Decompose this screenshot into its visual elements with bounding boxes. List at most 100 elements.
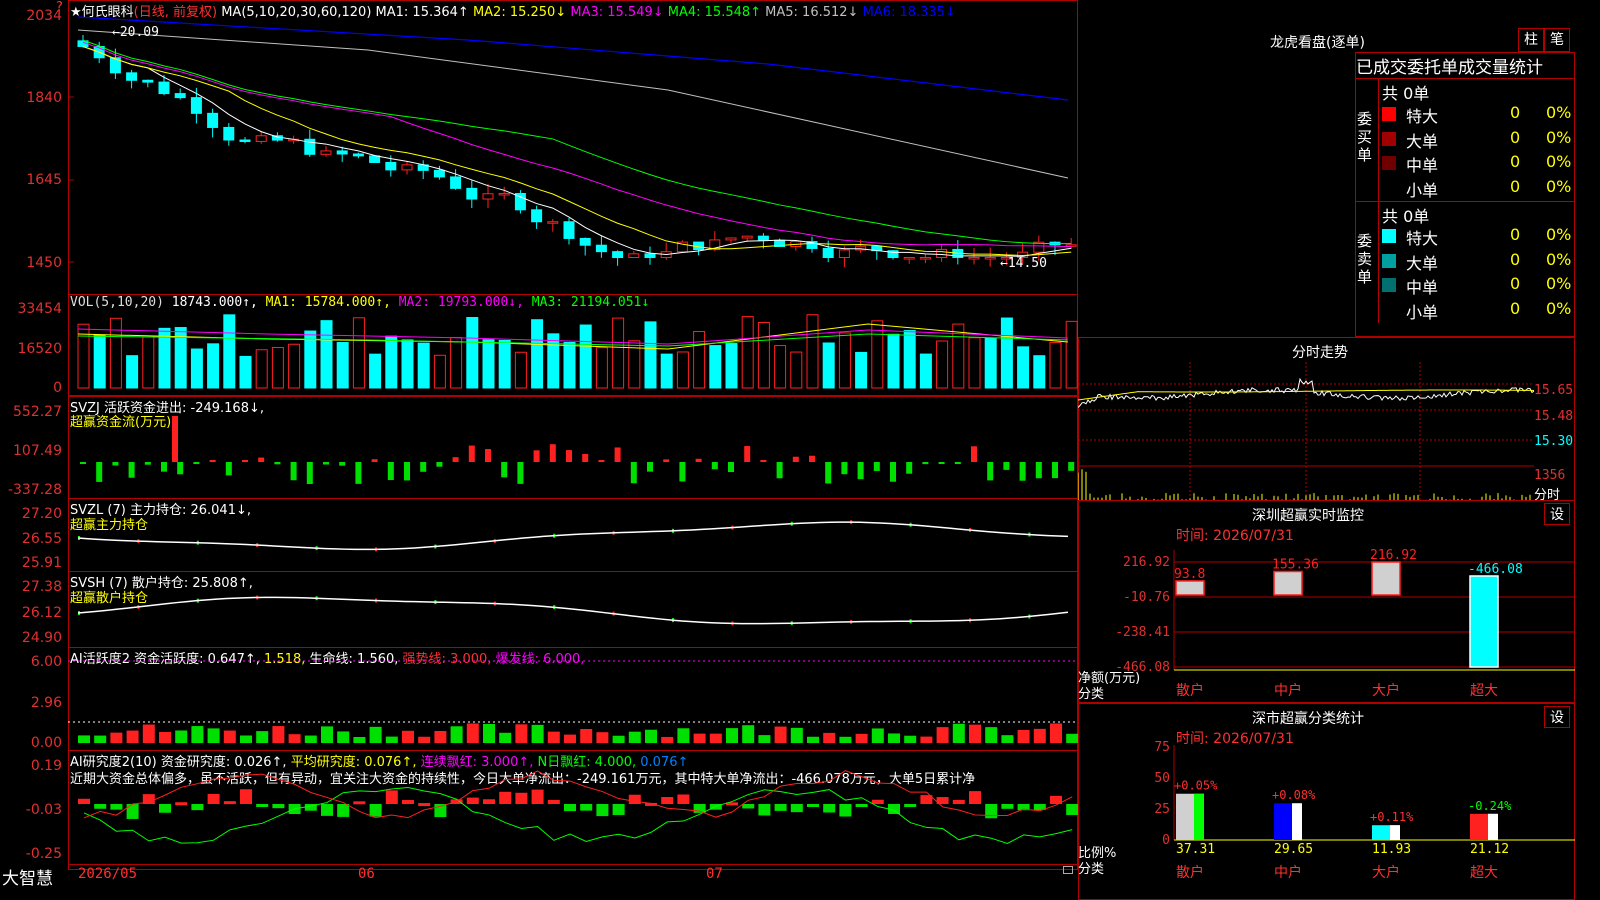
order-pct: 0% (1546, 298, 1572, 318)
activity-bar (240, 735, 252, 743)
volume-bar (1049, 341, 1062, 389)
sz-axis-label: -238.41 (1115, 625, 1170, 640)
tick-mode-button[interactable]: 笔 (1544, 28, 1570, 52)
candle-body (903, 257, 915, 260)
volume-chart[interactable] (68, 294, 1078, 396)
activity-bar (256, 731, 269, 743)
sz-bar-label: 216.92 (1370, 548, 1417, 563)
retail-position-chart[interactable] (68, 571, 1078, 648)
intraday-axis-1: 15.65 (1534, 383, 1574, 398)
research-bar (207, 793, 220, 804)
low-label: ←14.50 (1000, 256, 1047, 271)
candle-body (142, 79, 154, 83)
main-force-position-chart[interactable] (68, 498, 1078, 572)
activity-bar (353, 736, 366, 743)
order-type-label: 中单 (1406, 278, 1439, 297)
flow-bar (582, 453, 589, 462)
price-axis-4: 1450 (26, 255, 62, 271)
research-bar (256, 804, 269, 807)
volume-bar (806, 314, 819, 389)
vol-axis-1: 33454 (17, 301, 62, 317)
candle-body (385, 161, 397, 171)
activity-bar (402, 730, 414, 743)
research-bar (402, 800, 414, 804)
order-count: 0 (1510, 127, 1521, 147)
sz-xlabel: 分类 (1078, 687, 1105, 702)
candle-body (401, 164, 413, 171)
order-type-label: 特大 (1406, 107, 1439, 126)
volume-bar (612, 317, 625, 389)
flow-bar (290, 462, 297, 481)
research-bar (240, 789, 252, 804)
flow-bar (404, 462, 410, 481)
cls-change-label: +0.05% (1174, 779, 1218, 793)
intraday-chart[interactable] (1078, 362, 1534, 501)
activity-bar (612, 735, 625, 743)
volume-bar (595, 347, 608, 389)
research-bar (272, 804, 285, 809)
volume-bar (401, 339, 414, 389)
activity-bar (645, 729, 657, 743)
candle-body (595, 244, 607, 253)
ai-research-chart[interactable] (68, 750, 1078, 865)
money-flow-chart[interactable] (68, 396, 1078, 499)
order-count: 0 (1510, 274, 1521, 293)
cls-change-label: +0.08% (1272, 788, 1316, 802)
research-bar (790, 804, 803, 813)
ai-activity-chart[interactable] (68, 647, 1078, 751)
bar-mode-button[interactable]: 柱 (1518, 28, 1544, 52)
flow-bar (679, 462, 686, 482)
volume-bar (466, 316, 479, 389)
activity-bar (78, 735, 90, 743)
research-bar (758, 804, 771, 816)
candle-body (644, 253, 656, 259)
research-bar (321, 804, 333, 816)
research-bar (126, 804, 139, 819)
sz-axis-label: 216.92 (1123, 555, 1170, 570)
flow-bar (436, 462, 443, 467)
cls-category-label: 散户 (1176, 864, 1204, 881)
candle-body (482, 193, 494, 200)
volume-bar (320, 320, 333, 389)
cls-axis-label: 50 (1154, 771, 1170, 786)
cls-ratio-chart[interactable]: 75 50 25 0 +0.05% 37.31 散户 +0.08% 29.65 中户 +0.11% 1… (1078, 740, 1575, 900)
right-panel-title: 龙虎看盘(逐单) (1270, 35, 1365, 51)
lock-icon[interactable] (1063, 866, 1073, 874)
flow-bar (128, 462, 135, 478)
svzj-axis-2: 107.49 (13, 443, 62, 459)
activity-bar (1001, 735, 1014, 743)
volume-bar (369, 353, 382, 389)
order-swatch (1382, 107, 1396, 121)
price-candlestick-chart[interactable] (68, 0, 1078, 295)
candle-body (433, 169, 445, 178)
volume-bar (450, 336, 463, 389)
research-bar (369, 804, 382, 817)
activity-bar (936, 727, 949, 743)
flow-bar (549, 444, 556, 462)
flow-bar (809, 455, 815, 462)
activity-bar (1033, 728, 1046, 743)
research-bar (418, 803, 431, 807)
volume-bar (887, 333, 900, 389)
sz-net-amount-chart[interactable]: 216.92 -10.76 -238.41 -466.08 93.8 散户 155.36 中户… (1078, 540, 1575, 703)
date-label-3: 07 (706, 866, 723, 882)
sz-bar (1175, 580, 1205, 596)
flow-bar (922, 462, 929, 465)
volume-bar (660, 353, 673, 389)
vol-axis-2: 16520 (17, 341, 62, 357)
flow-bar (825, 462, 832, 484)
activity-bar (94, 735, 107, 743)
flow-bar (760, 460, 767, 462)
intraday-axis-2: 15.48 (1534, 409, 1574, 424)
flow-bar (906, 462, 913, 474)
research-bar (904, 804, 917, 807)
research-bar (612, 804, 625, 815)
volume-bar (93, 334, 106, 389)
research-bar (499, 791, 512, 804)
candle-body (255, 135, 267, 142)
brand-logo: 大智慧 (2, 869, 53, 889)
candle-body (223, 126, 235, 141)
candle-body (158, 81, 170, 95)
flow-bar (242, 460, 248, 462)
cls-axis-label: 75 (1154, 740, 1170, 755)
